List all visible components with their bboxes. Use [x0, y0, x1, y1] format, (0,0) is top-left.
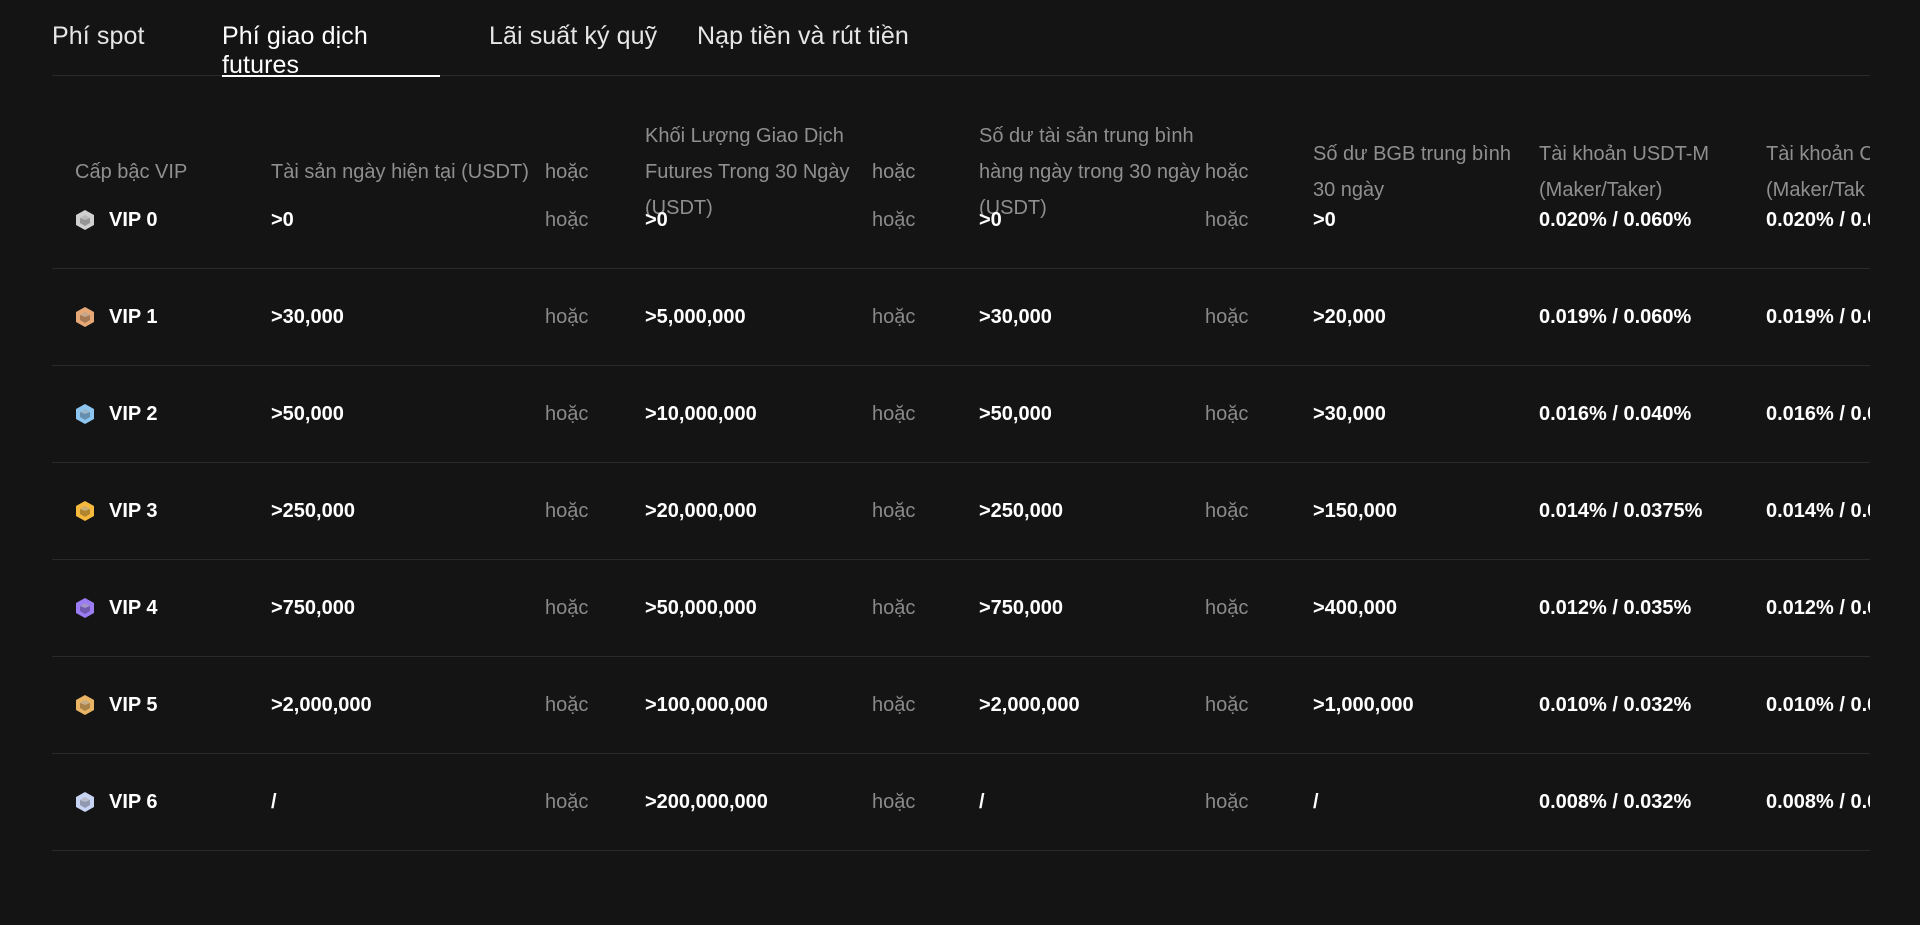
current-assets-cell: >750,000: [271, 596, 355, 619]
table-row: VIP 2 >50,000 hoặc >10,000,000 hoặc >50,000 ho…: [52, 366, 1870, 463]
or-label: hoặc: [872, 693, 916, 716]
bgb-balance-cell: >400,000: [1313, 596, 1397, 619]
or-label: hoặc: [1205, 596, 1249, 619]
bgb-balance-cell: >0: [1313, 208, 1336, 231]
avg-assets-cell: >50,000: [979, 402, 1052, 425]
vip-level-cell: VIP 1: [75, 269, 158, 365]
coin-m-fee-cell: 0.019% / 0.0: [1766, 305, 1870, 328]
vip-gem-icon: [76, 404, 94, 424]
usdt-m-fee-cell: 0.020% / 0.060%: [1539, 208, 1692, 231]
vip-level-label: VIP 0: [109, 208, 158, 231]
table-row: VIP 3 >250,000 hoặc >20,000,000 hoặc >250,000…: [52, 463, 1870, 560]
usdt-m-fee-cell: 0.019% / 0.060%: [1539, 305, 1692, 328]
current-assets-cell: >30,000: [271, 305, 344, 328]
fee-table: Cấp bậc VIP Tài sản ngày hiện tại (USDT)…: [52, 76, 1870, 925]
or-label: hoặc: [545, 208, 589, 231]
or-label: hoặc: [872, 305, 916, 328]
avg-assets-cell: >2,000,000: [979, 693, 1080, 716]
vip-level-cell: VIP 0: [75, 172, 158, 268]
avg-assets-cell: >750,000: [979, 596, 1063, 619]
vip-level-cell: VIP 5: [75, 657, 158, 753]
vip-level-label: VIP 3: [109, 499, 158, 522]
futures-volume-cell: >50,000,000: [645, 596, 757, 619]
or-label: hoặc: [1205, 790, 1249, 813]
usdt-m-fee-cell: 0.012% / 0.035%: [1539, 596, 1692, 619]
or-label: hoặc: [1205, 305, 1249, 328]
or-label: hoặc: [545, 596, 589, 619]
table-row: VIP 0 >0 hoặc >0 hoặc >0 hoặc >0 0.020% / 0.060%…: [52, 172, 1870, 269]
tab-futures-fee[interactable]: Phí giao dịch futures: [222, 22, 440, 79]
fee-tabs: Phí spot Phí giao dịch futures Lãi suất …: [52, 0, 1870, 79]
or-label: hoặc: [1205, 208, 1249, 231]
table-row: VIP 4 >750,000 hoặc >50,000,000 hoặc >750,000…: [52, 560, 1870, 657]
tab-margin-interest[interactable]: Lãi suất ký quỹ: [489, 22, 657, 76]
bgb-balance-cell: >150,000: [1313, 499, 1397, 522]
or-label: hoặc: [872, 596, 916, 619]
vip-gem-icon: [76, 307, 94, 327]
vip-gem-icon: [76, 792, 94, 812]
coin-m-fee-cell: 0.012% / 0.0: [1766, 596, 1870, 619]
fee-page: Phí spot Phí giao dịch futures Lãi suất …: [0, 0, 1920, 925]
coin-m-fee-cell: 0.014% / 0.0: [1766, 499, 1870, 522]
bgb-balance-cell: >20,000: [1313, 305, 1386, 328]
coin-m-fee-cell: 0.016% / 0.0: [1766, 402, 1870, 425]
bgb-balance-cell: >30,000: [1313, 402, 1386, 425]
vip-level-cell: VIP 3: [75, 463, 158, 559]
vip-level-cell: VIP 2: [75, 366, 158, 462]
vip-gem-icon: [76, 210, 94, 230]
or-label: hoặc: [545, 305, 589, 328]
or-label: hoặc: [872, 402, 916, 425]
futures-volume-cell: >0: [645, 208, 668, 231]
vip-level-cell: VIP 4: [75, 560, 158, 656]
avg-assets-cell: >250,000: [979, 499, 1063, 522]
or-label: hoặc: [872, 208, 916, 231]
usdt-m-fee-cell: 0.008% / 0.032%: [1539, 790, 1692, 813]
or-label: hoặc: [1205, 693, 1249, 716]
vip-gem-icon: [76, 598, 94, 618]
current-assets-cell: >50,000: [271, 402, 344, 425]
current-assets-cell: /: [271, 790, 277, 813]
table-row: VIP 6 / hoặc >200,000,000 hoặc / hoặc / 0.008% /…: [52, 754, 1870, 851]
or-label: hoặc: [872, 499, 916, 522]
vip-level-label: VIP 1: [109, 305, 158, 328]
tab-spot-fee[interactable]: Phí spot: [52, 22, 145, 76]
vip-level-label: VIP 4: [109, 596, 158, 619]
or-label: hoặc: [545, 693, 589, 716]
vip-gem-icon: [76, 695, 94, 715]
or-label: hoặc: [545, 499, 589, 522]
current-assets-cell: >2,000,000: [271, 693, 372, 716]
or-label: hoặc: [545, 790, 589, 813]
or-label: hoặc: [1205, 499, 1249, 522]
futures-volume-cell: >20,000,000: [645, 499, 757, 522]
futures-volume-cell: >200,000,000: [645, 790, 768, 813]
vip-level-label: VIP 6: [109, 790, 158, 813]
avg-assets-cell: >30,000: [979, 305, 1052, 328]
usdt-m-fee-cell: 0.016% / 0.040%: [1539, 402, 1692, 425]
avg-assets-cell: >0: [979, 208, 1002, 231]
tab-deposit-withdraw[interactable]: Nạp tiền và rút tiền: [697, 22, 909, 76]
futures-volume-cell: >10,000,000: [645, 402, 757, 425]
coin-m-fee-cell: 0.008% / 0.0: [1766, 790, 1870, 813]
bgb-balance-cell: /: [1313, 790, 1319, 813]
or-label: hoặc: [872, 790, 916, 813]
table-row: VIP 5 >2,000,000 hoặc >100,000,000 hoặc >2,00…: [52, 657, 1870, 754]
current-assets-cell: >250,000: [271, 499, 355, 522]
current-assets-cell: >0: [271, 208, 294, 231]
or-label: hoặc: [1205, 402, 1249, 425]
vip-level-label: VIP 2: [109, 402, 158, 425]
futures-volume-cell: >5,000,000: [645, 305, 746, 328]
usdt-m-fee-cell: 0.010% / 0.032%: [1539, 693, 1692, 716]
coin-m-fee-cell: 0.020% / 0.0: [1766, 208, 1870, 231]
futures-volume-cell: >100,000,000: [645, 693, 768, 716]
usdt-m-fee-cell: 0.014% / 0.0375%: [1539, 499, 1703, 522]
vip-level-label: VIP 5: [109, 693, 158, 716]
table-row: VIP 1 >30,000 hoặc >5,000,000 hoặc >30,000 hoặ…: [52, 269, 1870, 366]
bgb-balance-cell: >1,000,000: [1313, 693, 1414, 716]
or-label: hoặc: [545, 402, 589, 425]
vip-gem-icon: [76, 501, 94, 521]
vip-level-cell: VIP 6: [75, 754, 158, 850]
avg-assets-cell: /: [979, 790, 985, 813]
coin-m-fee-cell: 0.010% / 0.0: [1766, 693, 1870, 716]
